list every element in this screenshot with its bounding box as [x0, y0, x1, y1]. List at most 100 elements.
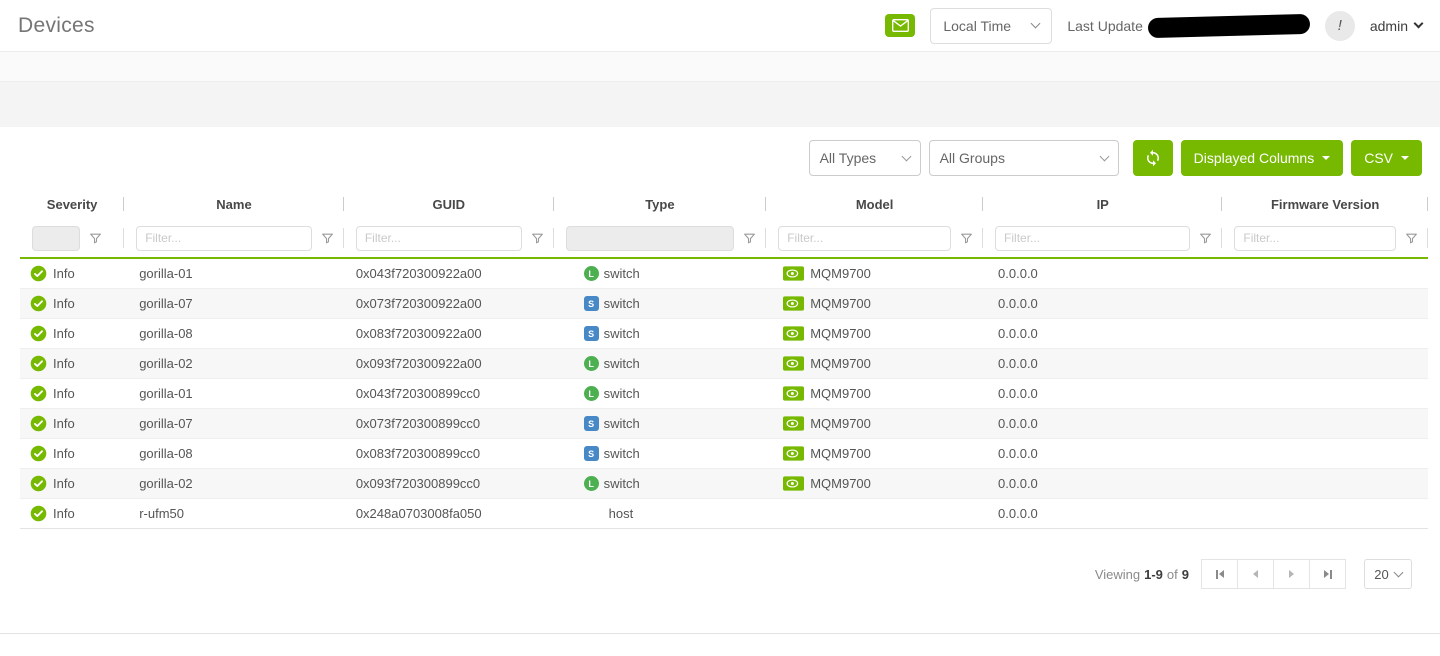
device-name-cell[interactable]: r-ufm50 [124, 506, 344, 521]
groups-filter-select[interactable]: All Groups [929, 140, 1119, 176]
device-name-cell[interactable]: gorilla-02 [124, 476, 344, 491]
previous-page-button[interactable] [1237, 559, 1274, 589]
pagination-bar: Viewing 1-9 of 9 20 [20, 529, 1428, 589]
spine-badge-icon: S [584, 296, 599, 311]
firmware-filter-cell [1222, 219, 1428, 257]
spine-badge-icon: S [584, 326, 599, 341]
type-value: switch [604, 356, 640, 371]
timezone-select[interactable]: Local Time [930, 8, 1052, 44]
funnel-icon[interactable] [743, 232, 756, 245]
firmware-filter-input[interactable] [1234, 226, 1396, 251]
mail-button[interactable] [885, 14, 915, 37]
first-page-button[interactable] [1201, 559, 1238, 589]
severity-filter-box [32, 226, 80, 251]
app-header: Devices Local Time Last Update ! admin [0, 0, 1440, 52]
guid-filter-input[interactable] [356, 226, 522, 251]
type-value: switch [604, 296, 640, 311]
leaf-badge-icon: L [584, 476, 599, 491]
funnel-icon[interactable] [89, 232, 102, 245]
redacted-timestamp [1148, 13, 1310, 37]
device-name-cell[interactable]: gorilla-08 [124, 446, 344, 461]
next-page-button[interactable] [1273, 559, 1310, 589]
first-page-icon [1216, 570, 1218, 579]
csv-export-button[interactable]: CSV [1351, 140, 1422, 176]
column-header-severity[interactable]: Severity [20, 197, 124, 212]
device-name-cell[interactable]: gorilla-08 [124, 326, 344, 341]
nvidia-logo-icon [783, 416, 804, 431]
column-header-firmware[interactable]: Firmware Version [1222, 197, 1428, 212]
ip-cell: 0.0.0.0 [983, 446, 1222, 461]
type-value: switch [604, 386, 640, 401]
user-menu[interactable]: admin [1370, 18, 1422, 34]
severity-cell: Info [20, 505, 124, 522]
funnel-icon[interactable] [321, 232, 334, 245]
table-row[interactable]: Infogorilla-080x083f720300899cc0SswitchM… [20, 439, 1428, 469]
model-value: MQM9700 [810, 446, 871, 461]
breadcrumb-band [0, 52, 1440, 82]
exclamation-icon: ! [1338, 17, 1342, 34]
model-value: MQM9700 [810, 326, 871, 341]
ip-cell: 0.0.0.0 [983, 266, 1222, 281]
table-row[interactable]: Infogorilla-020x093f720300899cc0LswitchM… [20, 469, 1428, 499]
severity-value: Info [53, 386, 75, 401]
nvidia-logo-icon [783, 386, 804, 401]
ip-filter-input[interactable] [995, 226, 1190, 251]
device-name-cell[interactable]: gorilla-01 [124, 386, 344, 401]
displayed-columns-button[interactable]: Displayed Columns [1181, 140, 1344, 176]
severity-cell: Info [20, 355, 124, 372]
model-filter-input[interactable] [778, 226, 951, 251]
table-row[interactable]: Infogorilla-020x093f720300922a00LswitchM… [20, 349, 1428, 379]
table-row[interactable]: Infogorilla-070x073f720300899cc0SswitchM… [20, 409, 1428, 439]
severity-value: Info [53, 476, 75, 491]
funnel-icon[interactable] [1199, 232, 1212, 245]
model-cell: MQM9700 [766, 446, 983, 461]
ip-cell: 0.0.0.0 [983, 416, 1222, 431]
chevron-down-icon [1031, 19, 1041, 29]
funnel-icon[interactable] [531, 232, 544, 245]
refresh-icon [1144, 149, 1162, 167]
chevron-down-icon [1099, 151, 1109, 161]
last-page-button[interactable] [1309, 559, 1346, 589]
page-size-select[interactable]: 20 [1364, 559, 1412, 589]
name-filter-input[interactable] [136, 226, 312, 251]
funnel-icon[interactable] [1405, 232, 1418, 245]
model-value: MQM9700 [810, 416, 871, 431]
page-size-value: 20 [1374, 567, 1388, 582]
groups-filter-value: All Groups [940, 150, 1005, 166]
table-filter-row [20, 219, 1428, 257]
device-name-cell[interactable]: gorilla-07 [124, 296, 344, 311]
chevron-down-icon [1393, 567, 1403, 577]
severity-cell: Info [20, 265, 124, 282]
device-name-cell[interactable]: gorilla-01 [124, 266, 344, 281]
table-row[interactable]: Infor-ufm500x248a0703008fa050host0.0.0.0 [20, 499, 1428, 529]
ip-cell: 0.0.0.0 [983, 386, 1222, 401]
table-row[interactable]: Infogorilla-070x073f720300922a00SswitchM… [20, 289, 1428, 319]
column-header-ip[interactable]: IP [983, 197, 1222, 212]
pager [1201, 559, 1346, 589]
type-cell: host [554, 506, 767, 521]
severity-cell: Info [20, 415, 124, 432]
guid-filter-cell [344, 219, 554, 257]
column-header-name[interactable]: Name [124, 197, 344, 212]
column-header-type[interactable]: Type [554, 197, 767, 212]
column-header-guid[interactable]: GUID [344, 197, 554, 212]
funnel-icon[interactable] [960, 232, 973, 245]
table-row[interactable]: Infogorilla-010x043f720300899cc0LswitchM… [20, 379, 1428, 409]
severity-ok-icon [30, 475, 47, 492]
viewing-prefix: Viewing [1095, 567, 1140, 582]
types-filter-select[interactable]: All Types [809, 140, 921, 176]
column-header-model[interactable]: Model [766, 197, 983, 212]
severity-ok-icon [30, 265, 47, 282]
table-body: Infogorilla-010x043f720300922a00LswitchM… [20, 257, 1428, 529]
device-name-cell[interactable]: gorilla-07 [124, 416, 344, 431]
timezone-value: Local Time [943, 18, 1011, 34]
table-row[interactable]: Infogorilla-010x043f720300922a00LswitchM… [20, 259, 1428, 289]
help-button[interactable]: ! [1325, 11, 1355, 41]
refresh-button[interactable] [1133, 140, 1173, 176]
nvidia-logo-icon [783, 356, 804, 371]
viewing-range: 1-9 [1144, 567, 1163, 582]
model-filter-cell [766, 219, 983, 257]
device-name-cell[interactable]: gorilla-02 [124, 356, 344, 371]
table-row[interactable]: Infogorilla-080x083f720300922a00SswitchM… [20, 319, 1428, 349]
nvidia-logo-icon [783, 476, 804, 491]
